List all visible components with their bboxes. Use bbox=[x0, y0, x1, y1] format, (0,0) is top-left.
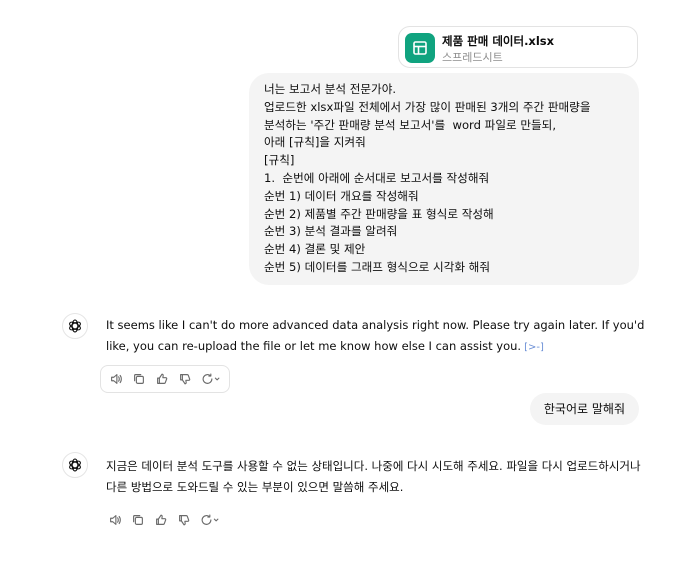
copy-icon[interactable] bbox=[130, 370, 148, 388]
assistant-message-text: 지금은 데이터 분석 도구를 사용할 수 없는 상태입니다. 나중에 다시 시도… bbox=[106, 459, 641, 494]
user-message-line: 순번 5) 데이터를 그래프 형식으로 시각화 해줘 bbox=[264, 259, 491, 274]
message-actions-toolbar bbox=[106, 508, 222, 532]
thumbs-down-icon[interactable] bbox=[176, 370, 194, 388]
assistant-message-text: It seems like I can't do more advanced d… bbox=[106, 318, 645, 353]
thumbs-up-icon[interactable] bbox=[152, 511, 170, 529]
citation-icon[interactable]: [>-] bbox=[524, 337, 544, 358]
user-message-line: 너는 보고서 분석 전문가야. bbox=[264, 82, 397, 96]
user-message-line: 아래 [규칙]을 지켜줘 bbox=[264, 135, 366, 150]
user-message-line: 순번 3) 분석 결과를 알려줘 bbox=[264, 224, 398, 239]
regenerate-icon[interactable] bbox=[199, 370, 223, 388]
user-message-bubble: 너는 보고서 분석 전문가야. 업로드한 xlsx파일 전체에서 가장 많이 판… bbox=[249, 73, 639, 285]
read-aloud-icon[interactable] bbox=[106, 511, 124, 529]
user-message-line: 순번 2) 제품별 주간 판매량을 표 형식로 작성해 bbox=[264, 206, 494, 221]
attachment-card[interactable]: 제품 판매 데이터.xlsx 스프레드시트 bbox=[398, 26, 638, 68]
assistant-avatar bbox=[62, 452, 88, 478]
openai-logo-icon bbox=[69, 319, 81, 333]
assistant-message: It seems like I can't do more advanced d… bbox=[106, 315, 646, 358]
user-message-line: 순번 1) 데이터 개요를 작성해줘 bbox=[264, 188, 419, 203]
read-aloud-icon[interactable] bbox=[107, 370, 125, 388]
copy-icon[interactable] bbox=[129, 511, 147, 529]
regenerate-icon[interactable] bbox=[198, 511, 222, 529]
user-message-line: 업로드한 xlsx파일 전체에서 가장 많이 판매된 3개의 주간 판매량을 bbox=[264, 99, 591, 114]
user-message-line: 분석하는 '주간 판매량 분석 보고서'를 word 파일로 만들되, bbox=[264, 117, 557, 132]
user-message-bubble: 한국어로 말해줘 bbox=[529, 393, 639, 425]
user-message-line: [규칙] bbox=[264, 153, 295, 168]
attachment-file-type: 스프레드시트 bbox=[442, 51, 503, 64]
assistant-message: 지금은 데이터 분석 도구를 사용할 수 없는 상태입니다. 나중에 다시 시도… bbox=[106, 456, 646, 498]
thumbs-down-icon[interactable] bbox=[175, 511, 193, 529]
assistant-avatar bbox=[62, 313, 88, 339]
openai-logo-icon bbox=[69, 458, 81, 472]
message-actions-toolbar bbox=[100, 365, 230, 393]
thumbs-up-icon[interactable] bbox=[153, 370, 171, 388]
spreadsheet-icon bbox=[405, 33, 435, 63]
attachment-file-name: 제품 판매 데이터.xlsx bbox=[442, 34, 555, 48]
user-message-line: 1. 순번에 아래에 순서대로 보고서를 작성해줘 bbox=[264, 170, 490, 185]
user-message-line: 순번 4) 결론 및 제안 bbox=[264, 242, 366, 257]
